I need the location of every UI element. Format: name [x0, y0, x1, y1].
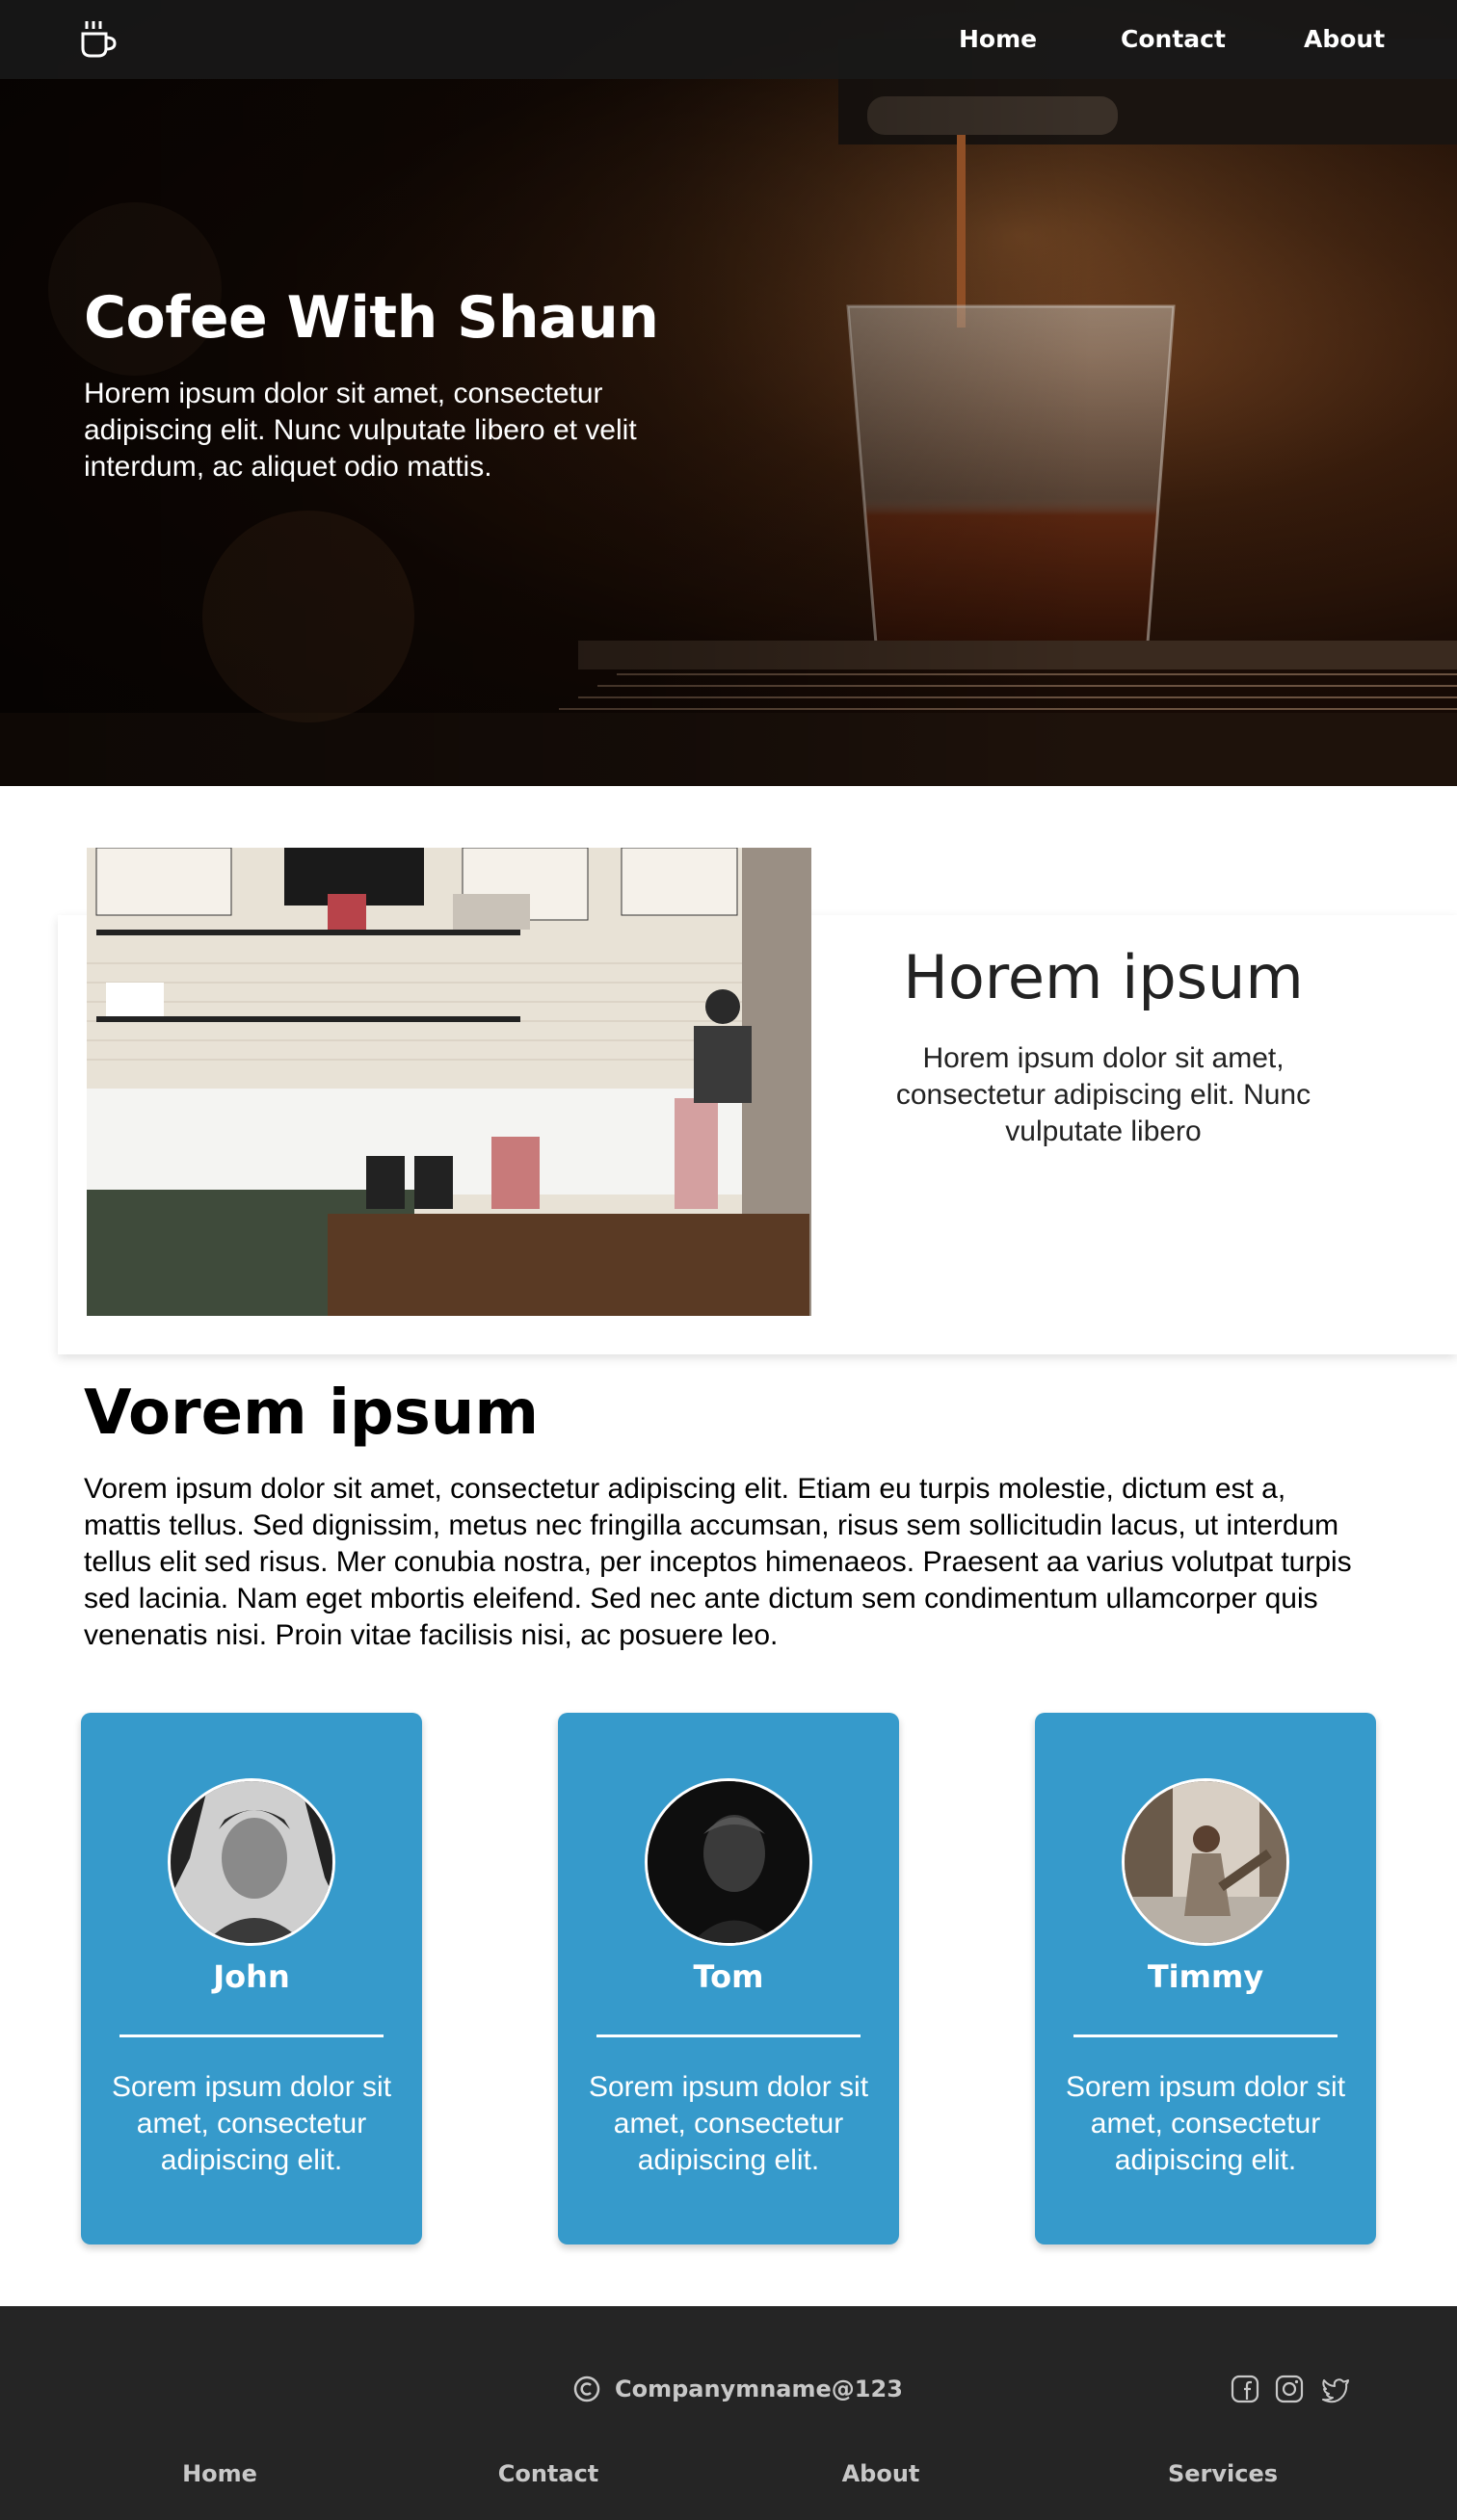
section-heading: Vorem ipsum — [84, 1378, 540, 1449]
footer-copyright: Companymname@123 — [572, 2372, 903, 2406]
footer-link-contact[interactable]: Contact — [452, 2460, 645, 2489]
team-card-tom: Tom Sorem ipsum dolor sit amet, consecte… — [558, 1713, 899, 2244]
section-paragraph: Vorem ipsum dolor sit amet, consectetur … — [84, 1473, 1352, 1651]
member-name: John — [213, 1958, 290, 1995]
avatar — [168, 1778, 335, 1946]
copyright-text: Companymname@123 — [615, 2376, 903, 2402]
footer-link-about[interactable]: About — [784, 2460, 977, 2489]
copyright-icon — [573, 2376, 600, 2402]
team-card-john: John Sorem ipsum dolor sit amet, consect… — [81, 1713, 422, 2244]
cafe-interior-image — [87, 848, 811, 1316]
avatar — [1122, 1778, 1289, 1946]
divider — [1073, 2034, 1338, 2037]
nav-link-home[interactable]: Home — [959, 25, 1037, 54]
twitter-icon[interactable] — [1320, 2374, 1351, 2404]
member-description: Sorem ipsum dolor sit amet, consectetur … — [1065, 2071, 1346, 2176]
footer-link-home[interactable]: Home — [123, 2460, 316, 2489]
divider — [119, 2034, 384, 2037]
avatar — [645, 1778, 812, 1946]
coffee-cup-icon[interactable] — [81, 19, 118, 60]
about-text: Horem ipsum dolor sit amet, consectetur … — [895, 1042, 1311, 1147]
footer: Companymname@123 Home Contact About Serv… — [0, 2306, 1457, 2520]
top-navbar: Home Contact About — [0, 0, 1457, 79]
nav-link-about[interactable]: About — [1304, 25, 1385, 54]
hero-title: Cofee With Shaun — [84, 284, 659, 352]
member-description: Sorem ipsum dolor sit amet, consectetur … — [111, 2071, 392, 2176]
hero-description: Horem ipsum dolor sit amet, consectetur … — [84, 378, 637, 483]
member-name: Tom — [693, 1958, 764, 1995]
member-name: Timmy — [1147, 1958, 1264, 1995]
nav-link-contact[interactable]: Contact — [1121, 25, 1226, 54]
team-card-timmy: Timmy Sorem ipsum dolor sit amet, consec… — [1035, 1713, 1376, 2244]
instagram-icon[interactable] — [1274, 2374, 1305, 2404]
about-heading: Horem ipsum — [903, 942, 1304, 1012]
facebook-icon[interactable] — [1230, 2374, 1260, 2404]
footer-link-services[interactable]: Services — [1126, 2460, 1319, 2489]
divider — [596, 2034, 861, 2037]
member-description: Sorem ipsum dolor sit amet, consectetur … — [588, 2071, 869, 2176]
hero-section: Home Contact About Cofee With Shaun Hore… — [0, 0, 1457, 786]
